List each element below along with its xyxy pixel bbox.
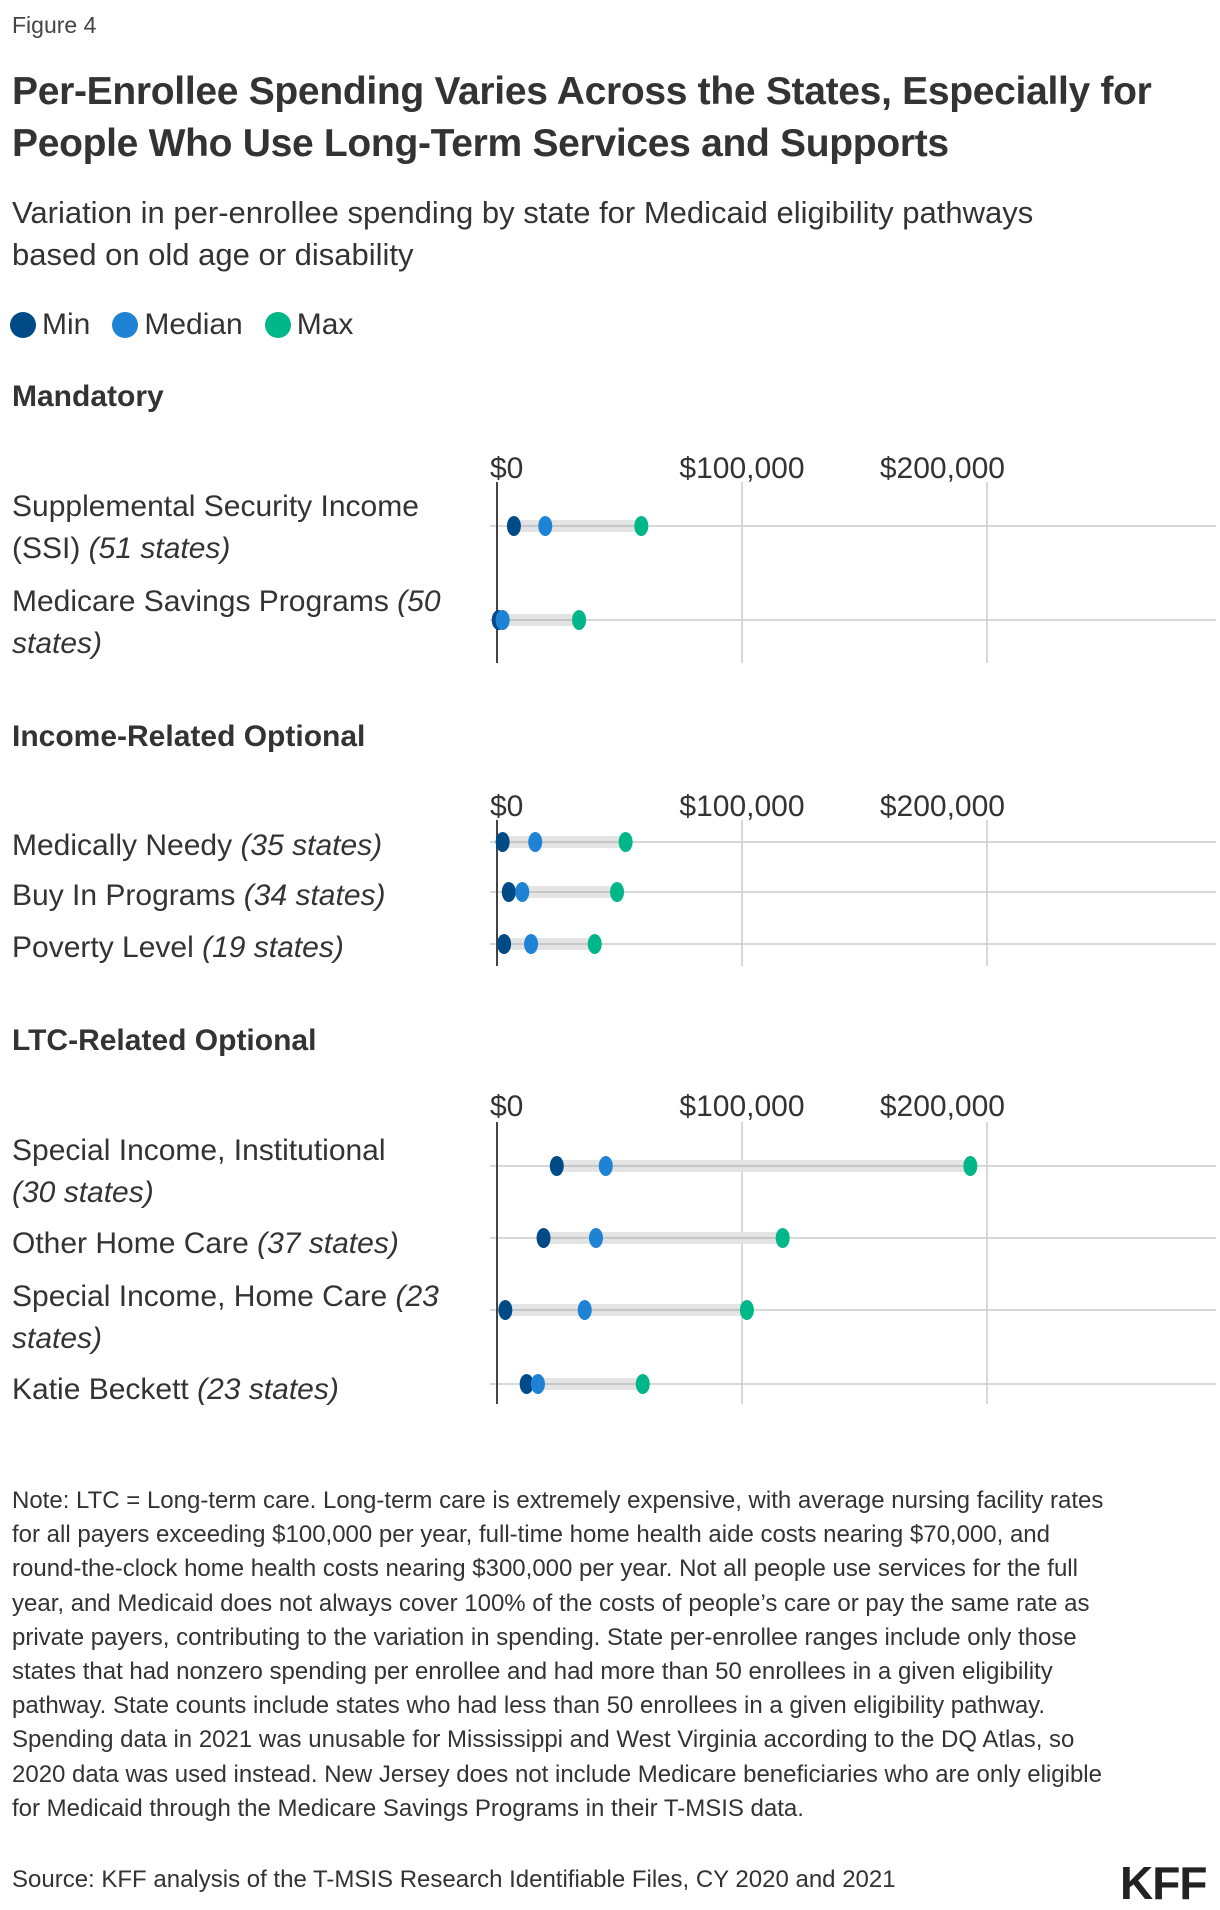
dot-range-chart: $0 $100,000 $200,000 $0 $100,000 $200,000 $0 $1…	[490, 452, 1216, 1404]
dot-max	[963, 1156, 978, 1176]
dot-max	[634, 516, 649, 536]
x-tick-label: $100,000	[679, 452, 804, 485]
chart-source: Source: KFF analysis of the T-MSIS Resea…	[12, 1866, 896, 1893]
dot-max	[635, 1374, 650, 1394]
dot-max	[739, 1300, 754, 1320]
dot-min	[501, 882, 516, 902]
chart-note: Note: LTC = Long-term care. Long-term ca…	[12, 1487, 1104, 1822]
dot-median	[588, 1228, 603, 1248]
dot-min	[536, 1228, 551, 1248]
dot-median	[530, 1374, 545, 1394]
dot-median	[515, 882, 530, 902]
dot-max	[618, 832, 633, 852]
x-tick-label: $0	[490, 790, 523, 823]
x-tick-label: $200,000	[880, 790, 1005, 823]
x-tick-label: $200,000	[880, 1090, 1005, 1123]
x-tick-label: $0	[490, 1090, 523, 1123]
x-tick-label: $0	[490, 452, 523, 485]
dot-median	[524, 934, 539, 954]
x-tick-label: $100,000	[679, 1090, 804, 1123]
dot-min	[495, 832, 510, 852]
dot-min	[498, 1300, 513, 1320]
dot-min	[506, 516, 521, 536]
dot-median	[528, 832, 543, 852]
dot-min	[497, 934, 512, 954]
dot-median	[577, 1300, 592, 1320]
dot-median	[598, 1156, 613, 1176]
dot-max	[587, 934, 602, 954]
dot-max	[572, 610, 587, 630]
dot-min	[549, 1156, 564, 1176]
x-tick-label: $200,000	[880, 452, 1005, 485]
dot-median	[538, 516, 553, 536]
x-tick-label: $100,000	[679, 790, 804, 823]
dot-max	[610, 882, 625, 902]
dot-max	[775, 1228, 790, 1248]
dot-median	[495, 610, 510, 630]
